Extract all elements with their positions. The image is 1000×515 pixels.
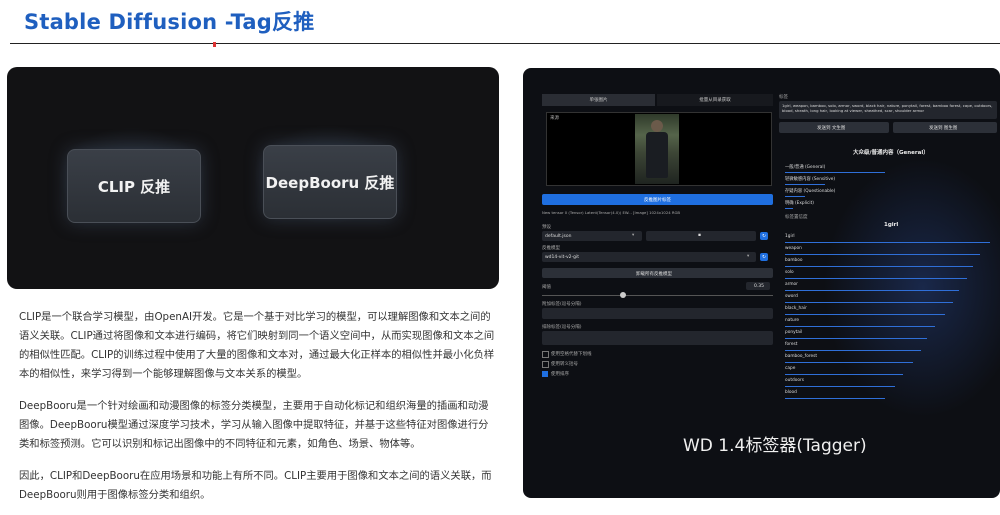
- tag-row: black_hair: [785, 306, 807, 311]
- threshold-value: 0.35: [754, 284, 765, 289]
- rating-general-bar: [785, 172, 885, 173]
- preset-refresh-button[interactable]: ↻: [760, 232, 768, 240]
- preset-select[interactable]: default.json ▾: [542, 231, 642, 241]
- rating-general: 一般/普通 (General): [785, 165, 826, 170]
- preset-save-button[interactable]: ▪: [646, 231, 756, 241]
- unload-models-button[interactable]: 卸载所有反推模型: [542, 268, 773, 278]
- model-select[interactable]: wd14-vit-v2-git ▾: [542, 252, 756, 262]
- exclude-tags-input[interactable]: [542, 331, 773, 345]
- top-tag: 1girl: [884, 222, 899, 228]
- checkbox-escape-brackets-label: 使用转义括号: [551, 362, 578, 367]
- rating-sensitive-bar: [785, 184, 825, 185]
- threshold-number-input[interactable]: 0.35: [746, 282, 770, 290]
- preset-value: default.json: [545, 234, 572, 239]
- save-icon: ▪: [698, 233, 702, 238]
- tags-output-text: 1girl, weapon, bamboo, solo, armor, swor…: [782, 103, 993, 113]
- additional-tags-label: 附加标签(逗号分隔): [542, 302, 582, 307]
- rating-questionable-bar: [785, 196, 805, 197]
- threshold-slider[interactable]: [542, 295, 773, 296]
- checkbox-sort-label: 使用排序: [551, 372, 569, 377]
- tag-row: bamboo: [785, 258, 803, 263]
- checkbox-sort[interactable]: [542, 371, 548, 377]
- deepbooru-interrogate-button[interactable]: DeepBooru 反推: [263, 145, 397, 219]
- threshold-slider-handle[interactable]: [620, 292, 626, 298]
- tag-row: outdoors: [785, 378, 805, 383]
- tag-row: bamboo_forest: [785, 354, 818, 359]
- tag-row: ponytail: [785, 330, 803, 335]
- tag-confidence-bar: [785, 278, 967, 279]
- image-info-text: New tensor 0 (Tensor) Latent(Tensor(4.0)…: [542, 210, 681, 215]
- tag-row: solo: [785, 270, 794, 275]
- unload-models-label: 卸载所有反推模型: [636, 272, 672, 277]
- figure-head: [651, 120, 663, 132]
- additional-tags-input[interactable]: [542, 308, 773, 319]
- title-underline: [10, 43, 1000, 44]
- rating-explicit-bar: [785, 208, 793, 209]
- tag-row: forest: [785, 342, 798, 347]
- tag-confidence-bar: [785, 338, 927, 339]
- tag-confidence-bar: [785, 326, 935, 327]
- page-title: Stable Diffusion -Tag反推: [24, 10, 315, 34]
- tag-row: armor: [785, 282, 798, 287]
- tag-row: 1girl: [785, 234, 795, 239]
- interrogator-choice-panel: CLIP 反推 DeepBooru 反推: [7, 67, 499, 289]
- model-label: 反推模型: [542, 246, 560, 251]
- uploaded-image: [635, 114, 679, 184]
- tag-confidence-bar: [785, 266, 973, 267]
- tagger-input-column: 单张图片 批量从目录获取 来源 反推图片标签 New tensor 0 (Ten…: [542, 94, 773, 424]
- model-refresh-button[interactable]: ↻: [760, 253, 768, 261]
- tags-output[interactable]: 1girl, weapon, bamboo, solo, armor, swor…: [779, 101, 997, 119]
- tag-row: cape: [785, 366, 796, 371]
- chevron-down-icon: ▾: [632, 233, 635, 238]
- tag-confidence-bar: [785, 386, 895, 387]
- tagger-output-column: 标签 1girl, weapon, bamboo, solo, armor, s…: [779, 94, 997, 444]
- tag-confidence-bar: [785, 350, 921, 351]
- rating-title: 大众级/普通内容（General）: [853, 150, 929, 156]
- send-to-txt2img-button[interactable]: 发送到 文生图: [779, 122, 889, 133]
- send-to-img2img-button[interactable]: 发送到 图生图: [893, 122, 997, 133]
- tagger-screenshot: 单张图片 批量从目录获取 来源 反推图片标签 New tensor 0 (Ten…: [523, 68, 1000, 498]
- clip-description: CLIP是一个联合学习模型，由OpenAI开发。它是一个基于对比学习的模型，可以…: [19, 311, 495, 380]
- figure-body: [646, 132, 668, 178]
- tag-row: nature: [785, 318, 800, 323]
- rating-explicit: 明确 (Explicit): [785, 201, 814, 206]
- tag-row: sword: [785, 294, 798, 299]
- clip-interrogate-button[interactable]: CLIP 反推: [67, 149, 201, 223]
- image-upload-area[interactable]: 来源: [546, 112, 772, 186]
- tags-label: 标签: [779, 95, 788, 100]
- tag-confidence-bar: [785, 302, 953, 303]
- tab-batch-directory[interactable]: 批量从目录获取: [657, 94, 773, 106]
- send-to-img2img-label: 发送到 图生图: [929, 126, 958, 131]
- preset-label: 预设: [542, 225, 551, 230]
- tag-confidence-bar: [785, 254, 980, 255]
- tab-single-image[interactable]: 单张图片: [542, 94, 655, 106]
- tag-confidence-bar: [785, 362, 913, 363]
- tag-confidence-bar: [785, 290, 959, 291]
- checkbox-space-underscore[interactable]: [542, 351, 549, 358]
- model-value: wd14-vit-v2-git: [545, 255, 579, 260]
- comparison-summary: 因此，CLIP和DeepBooru在应用场景和功能上有所不同。CLIP主要用于图…: [19, 470, 492, 501]
- interrogate-button[interactable]: 反推图片标签: [542, 194, 773, 205]
- tag-row: weapon: [785, 246, 802, 251]
- tag-confidence-bar: [785, 398, 885, 399]
- rating-sensitive: 轻微敏感内容 (Sensitive): [785, 177, 836, 182]
- checkbox-escape-brackets[interactable]: [542, 361, 549, 368]
- tag-row: blood: [785, 390, 797, 395]
- checkbox-space-underscore-label: 使用空格代替下划线: [551, 352, 592, 357]
- upload-label: 来源: [550, 116, 559, 121]
- send-to-txt2img-label: 发送到 文生图: [817, 126, 846, 131]
- tag-confidence-label: 标签置信度: [785, 215, 808, 220]
- tagger-caption: WD 1.4标签器(Tagger): [683, 436, 867, 456]
- title-underline-accent: [213, 42, 216, 47]
- threshold-label: 阈值: [542, 285, 551, 290]
- tag-confidence-bar: [785, 314, 945, 315]
- exclude-tags-label: 排除标签(逗号分隔): [542, 325, 582, 330]
- tag-confidence-bar: [785, 242, 990, 243]
- tag-confidence-bar: [785, 374, 903, 375]
- deepbooru-description: DeepBooru是一个针对绘画和动漫图像的标签分类模型，主要用于自动化标记和组…: [19, 400, 489, 450]
- rating-questionable: 存疑内容 (Questionable): [785, 189, 836, 194]
- chevron-down-icon: ▾: [747, 254, 750, 259]
